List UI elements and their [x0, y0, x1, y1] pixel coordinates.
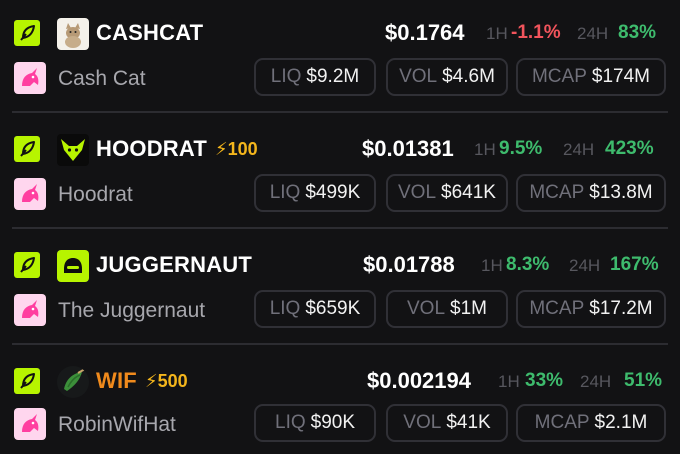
liq-label: LIQ — [275, 412, 306, 433]
token-ticker: WIF — [96, 368, 137, 393]
liquidity-chip: LIQ $9.2M — [254, 58, 376, 96]
mcap-label: MCAP — [534, 412, 590, 433]
token-list: CASHCAT $0.1764 1H -1.1% 24H 83% Cash Ca… — [0, 0, 680, 454]
liquidity-chip: LIQ $499K — [254, 174, 376, 212]
liq-value: $90K — [310, 412, 355, 433]
leaf-icon — [14, 252, 40, 278]
mcap-value: $174M — [591, 66, 650, 87]
token-ticker: HOODRAT — [96, 136, 207, 161]
row-divider — [12, 343, 668, 345]
change-24h: 423% — [605, 138, 654, 159]
24h-label: 24H — [569, 256, 601, 275]
robin-hat-avatar-icon — [57, 366, 89, 398]
change-24h: 51% — [624, 370, 663, 391]
market-cap-chip: MCAP $2.1M — [516, 404, 666, 442]
vol-value: $641K — [441, 182, 496, 203]
lightning-icon: ⚡ — [215, 139, 228, 159]
1h-label: 1H — [481, 256, 503, 275]
token-row-wif[interactable]: WIF ⚡500 $0.002194 1H 33% 24H 51% RobinW… — [0, 362, 680, 454]
liq-value: $659K — [305, 298, 361, 319]
token-row-juggernaut[interactable]: JUGGERNAUT $0.01788 1H 8.3% 24H 167% The… — [0, 246, 680, 354]
row-divider — [12, 227, 668, 229]
volume-chip: VOL $1M — [386, 290, 508, 328]
liq-label: LIQ — [270, 66, 302, 87]
liq-value: $499K — [305, 182, 361, 203]
mcap-value: $17.2M — [589, 298, 653, 319]
mcap-label: MCAP — [531, 66, 587, 87]
market-cap-chip: MCAP $13.8M — [516, 174, 666, 212]
leaf-icon — [14, 136, 40, 162]
boost-value: 500 — [157, 371, 188, 391]
24h-label: 24H — [577, 24, 609, 43]
unicorn-icon — [14, 62, 46, 94]
vol-value: $41K — [446, 412, 491, 433]
boost-value: 100 — [227, 139, 258, 159]
unicorn-icon — [14, 178, 46, 210]
vol-value: $1M — [450, 298, 487, 319]
liquidity-chip: LIQ $659K — [254, 290, 376, 328]
token-price: $0.1764 — [385, 20, 465, 45]
unicorn-icon — [14, 294, 46, 326]
token-ticker: CASHCAT — [96, 20, 204, 45]
1h-label: 1H — [498, 372, 520, 391]
row-divider — [12, 111, 668, 113]
1h-label: 1H — [474, 140, 496, 159]
cat-avatar-icon — [57, 18, 89, 50]
helmet-avatar-icon — [57, 250, 89, 282]
liq-label: LIQ — [269, 182, 301, 203]
volume-chip: VOL $4.6M — [386, 58, 508, 96]
mcap-label: MCAP — [529, 298, 585, 319]
token-name: RobinWifHat — [58, 413, 176, 436]
vol-label: VOL — [403, 412, 442, 433]
change-1h: 8.3% — [506, 254, 550, 275]
24h-label: 24H — [563, 140, 595, 159]
24h-label: 24H — [580, 372, 612, 391]
liq-label: LIQ — [269, 298, 301, 319]
vol-label: VOL — [407, 298, 446, 319]
boost-badge: ⚡100 — [215, 139, 258, 160]
liquidity-chip: LIQ $90K — [254, 404, 376, 442]
market-cap-chip: MCAP $17.2M — [516, 290, 666, 328]
vol-label: VOL — [399, 66, 438, 87]
mcap-label: MCAP — [529, 182, 585, 203]
volume-chip: VOL $41K — [386, 404, 508, 442]
mcap-value: $13.8M — [589, 182, 653, 203]
change-24h: 83% — [618, 22, 657, 43]
lightning-icon: ⚡ — [145, 371, 158, 391]
token-row-cashcat[interactable]: CASHCAT $0.1764 1H -1.1% 24H 83% Cash Ca… — [0, 14, 680, 122]
change-1h: 9.5% — [499, 138, 543, 159]
token-ticker: JUGGERNAUT — [96, 252, 253, 277]
change-1h: 33% — [525, 370, 564, 391]
unicorn-icon — [14, 408, 46, 440]
leaf-icon — [14, 368, 40, 394]
market-cap-chip: MCAP $174M — [516, 58, 666, 96]
token-price: $0.01788 — [363, 252, 455, 277]
leaf-icon — [14, 20, 40, 46]
vol-value: $4.6M — [442, 66, 495, 87]
token-row-hoodrat[interactable]: HOODRAT ⚡100 $0.01381 1H 9.5% 24H 423% H… — [0, 130, 680, 238]
token-price: $0.01381 — [362, 136, 454, 161]
boost-badge: ⚡500 — [145, 371, 188, 392]
token-price: $0.002194 — [367, 368, 471, 393]
volume-chip: VOL $641K — [386, 174, 508, 212]
1h-label: 1H — [486, 24, 508, 43]
token-name: Cash Cat — [58, 67, 146, 90]
token-name: Hoodrat — [58, 183, 133, 206]
rat-avatar-icon — [57, 134, 89, 166]
mcap-value: $2.1M — [594, 412, 648, 433]
vol-label: VOL — [398, 182, 437, 203]
token-name: The Juggernaut — [58, 299, 206, 322]
change-24h: 167% — [610, 254, 659, 275]
change-1h: -1.1% — [511, 22, 561, 43]
liq-value: $9.2M — [306, 66, 360, 87]
